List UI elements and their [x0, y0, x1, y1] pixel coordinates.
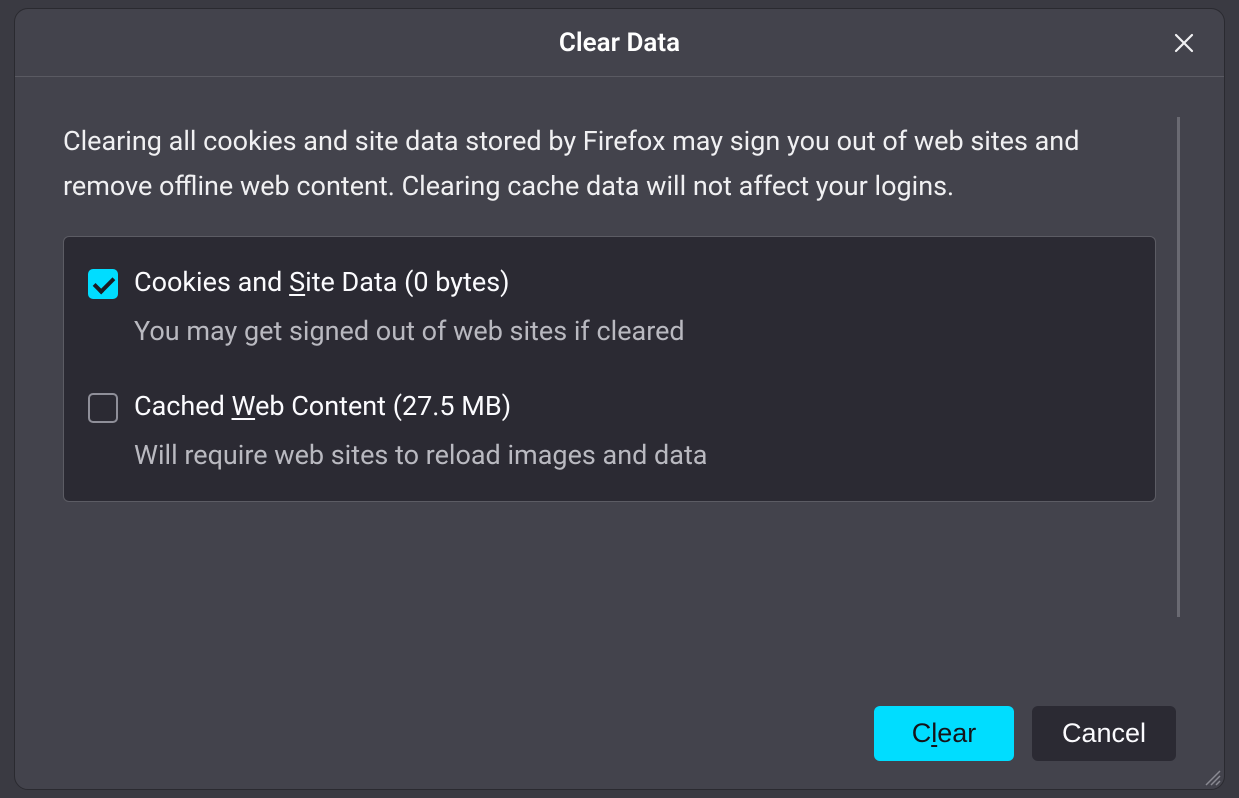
close-button[interactable] [1166, 25, 1202, 61]
option-sub-cache: Will require web sites to reload images … [134, 438, 1135, 473]
dialog-title: Clear Data [559, 28, 680, 58]
options-box: Cookies and Site Data (0 bytes) You may … [63, 236, 1156, 502]
option-texts: Cookies and Site Data (0 bytes) You may … [134, 265, 1135, 349]
cancel-button[interactable]: Cancel [1032, 706, 1176, 761]
checkbox-cache[interactable] [88, 393, 118, 423]
checkbox-cookies[interactable] [88, 269, 118, 299]
option-label-cache[interactable]: Cached Web Content (27.5 MB) [134, 389, 1135, 424]
dialog-footer: Clear Cancel [15, 706, 1224, 789]
dialog-body: Clearing all cookies and site data store… [15, 77, 1224, 706]
close-icon [1172, 31, 1196, 55]
clear-data-dialog: Clear Data Clearing all cookies and site… [14, 8, 1225, 790]
option-sub-cookies: You may get signed out of web sites if c… [134, 314, 1135, 349]
option-cached-web-content: Cached Web Content (27.5 MB) Will requir… [84, 389, 1135, 473]
resize-grip[interactable] [1200, 765, 1222, 787]
dialog-description: Clearing all cookies and site data store… [63, 119, 1176, 208]
clear-button[interactable]: Clear [874, 706, 1014, 761]
option-label-cookies[interactable]: Cookies and Site Data (0 bytes) [134, 265, 1135, 300]
option-cookies-site-data: Cookies and Site Data (0 bytes) You may … [84, 265, 1135, 349]
option-texts: Cached Web Content (27.5 MB) Will requir… [134, 389, 1135, 473]
dialog-header: Clear Data [15, 9, 1224, 77]
scrollbar[interactable] [1177, 117, 1180, 617]
